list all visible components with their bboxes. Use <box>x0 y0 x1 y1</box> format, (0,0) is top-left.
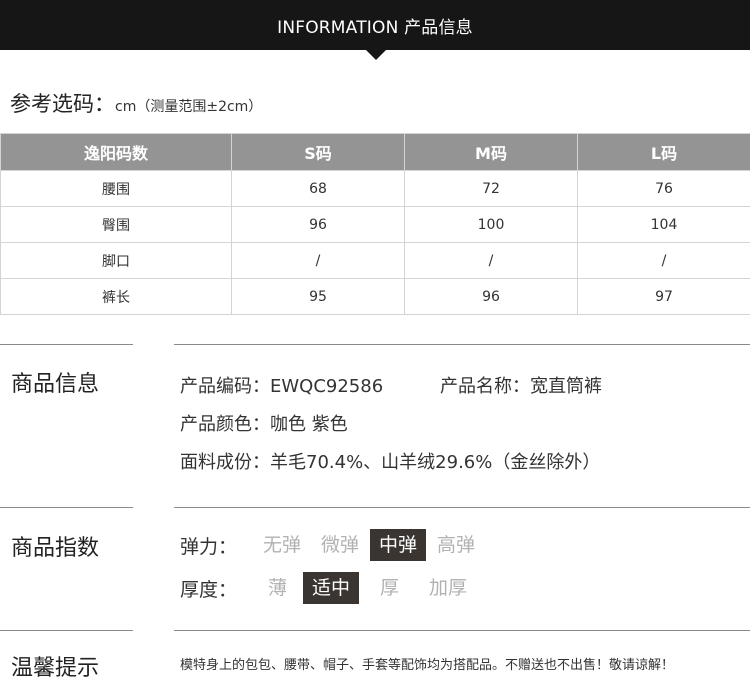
table-row: 脚口 / / / <box>1 243 750 279</box>
product-index-title: 商品指数 <box>11 530 99 562</box>
thickness-option-selected: 适中 <box>303 572 359 604</box>
elasticity-option: 高弹 <box>428 529 484 561</box>
elasticity-row: 弹力： 无弹 微弹 中弹 高弹 <box>180 529 486 561</box>
table-cell: 96 <box>405 279 578 315</box>
table-cell: 95 <box>232 279 405 315</box>
product-name: 产品名称：宽直筒裤 <box>440 372 602 398</box>
size-table-header: 逸阳码数 S码 M码 L码 <box>1 134 750 171</box>
divider <box>174 344 750 345</box>
header-arrow-icon <box>366 50 386 60</box>
table-row: 腰围 68 72 76 <box>1 171 750 207</box>
elasticity-option-selected: 中弹 <box>370 529 426 561</box>
elasticity-label: 弹力： <box>180 532 254 559</box>
product-color: 产品颜色：咖色 紫色 <box>180 410 348 436</box>
table-cell: 腰围 <box>1 171 232 207</box>
thickness-option: 厚 <box>361 572 418 604</box>
table-cell: / <box>578 243 750 279</box>
divider <box>174 630 750 631</box>
column-header: M码 <box>405 134 578 171</box>
thickness-label: 厚度： <box>180 575 254 602</box>
table-cell: / <box>232 243 405 279</box>
elasticity-option: 微弹 <box>312 529 368 561</box>
column-header: 逸阳码数 <box>1 134 232 171</box>
elasticity-option: 无弹 <box>254 529 310 561</box>
thickness-option: 加厚 <box>420 572 476 604</box>
table-cell: 97 <box>578 279 750 315</box>
tips-title: 温馨提示 <box>11 650 99 682</box>
column-header: S码 <box>232 134 405 171</box>
tips-text: 模特身上的包包、腰带、帽子、手套等配饰均为搭配品。不赠送也不出售！敬请谅解！ <box>180 654 674 673</box>
size-reference-unit: cm（测量范围±2cm） <box>115 99 262 115</box>
table-row: 臀围 96 100 104 <box>1 207 750 243</box>
divider <box>0 344 133 345</box>
product-code: 产品编码：EWQC92586 <box>180 372 383 398</box>
product-material: 面料成份：羊毛70.4%、山羊绒29.6%（金丝除外） <box>180 448 600 474</box>
column-header: L码 <box>578 134 750 171</box>
divider <box>174 507 750 508</box>
size-table: 逸阳码数 S码 M码 L码 腰围 68 72 76 臀围 96 100 104 … <box>0 133 750 315</box>
table-cell: 臀围 <box>1 207 232 243</box>
thickness-row: 厚度： 薄 适中 厚 加厚 <box>180 572 478 604</box>
table-cell: 脚口 <box>1 243 232 279</box>
thickness-option: 薄 <box>254 572 301 604</box>
table-cell: 68 <box>232 171 405 207</box>
product-info-title: 商品信息 <box>11 366 99 398</box>
table-row: 裤长 95 96 97 <box>1 279 750 315</box>
table-cell: 76 <box>578 171 750 207</box>
table-cell: / <box>405 243 578 279</box>
page-header: INFORMATION 产品信息 <box>0 0 750 50</box>
table-cell: 96 <box>232 207 405 243</box>
table-cell: 72 <box>405 171 578 207</box>
table-cell: 裤长 <box>1 279 232 315</box>
divider <box>0 630 133 631</box>
table-cell: 104 <box>578 207 750 243</box>
table-cell: 100 <box>405 207 578 243</box>
size-reference-title: 参考选码： <box>10 92 115 116</box>
divider <box>0 507 133 508</box>
size-reference-heading: 参考选码：cm（测量范围±2cm） <box>10 88 262 118</box>
header-title: INFORMATION 产品信息 <box>277 13 473 38</box>
